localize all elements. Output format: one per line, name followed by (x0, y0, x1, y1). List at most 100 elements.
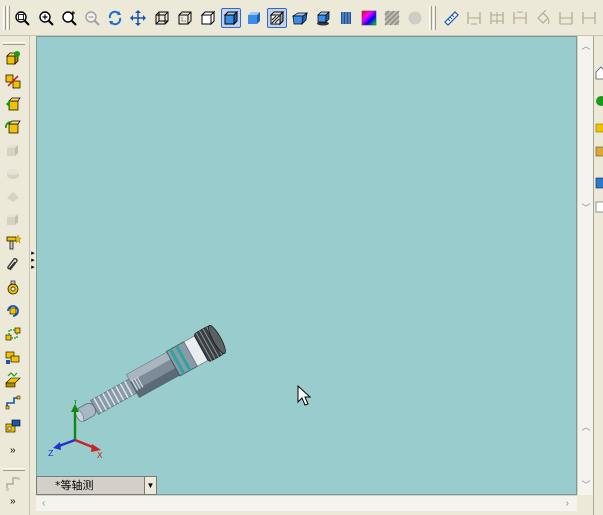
route-button[interactable] (4, 475, 22, 493)
measure-button[interactable] (441, 8, 461, 28)
dimension-button-4[interactable] (556, 8, 576, 28)
dimension-button-3[interactable] (510, 8, 530, 28)
dimension-icon (490, 12, 504, 24)
smart-fasteners-button[interactable] (4, 233, 22, 251)
shaded-button[interactable] (244, 8, 264, 28)
zoom-in-button[interactable] (36, 8, 56, 28)
pattern-icon (5, 395, 21, 410)
toolbar-overflow-chevron-2[interactable]: » (10, 496, 16, 507)
insert-component-icon (6, 51, 20, 65)
view-palette-icon[interactable] (595, 176, 603, 190)
dimension-button-2[interactable] (487, 8, 507, 28)
toolbar-grip[interactable] (3, 468, 25, 471)
hole-series-button[interactable] (4, 371, 22, 389)
folder-icon[interactable] (595, 120, 603, 134)
shadows-button[interactable] (313, 8, 333, 28)
pattern-button[interactable] (4, 394, 22, 412)
section-view-icon (269, 10, 285, 26)
mouse-pointer-icon (297, 385, 312, 406)
appearance-button[interactable] (336, 8, 356, 28)
move-component-button[interactable] (4, 95, 22, 113)
hidden-lines-visible-button[interactable] (175, 8, 195, 28)
rotate-component-icon (5, 120, 21, 134)
section-view-button[interactable] (267, 8, 287, 28)
toolbar-overflow-chevron[interactable]: » (10, 445, 16, 456)
toolbar-grip[interactable] (429, 6, 432, 30)
move-component-icon (6, 97, 21, 111)
assembly-button-disabled-3[interactable] (4, 187, 22, 205)
weld-icon (5, 419, 21, 433)
perspective-button[interactable] (290, 8, 310, 28)
toolbar-grip[interactable] (7, 6, 10, 30)
view-toolbar (0, 0, 603, 36)
vertical-scrollbar[interactable]: ︿ ﹀ ︿ ﹀ (577, 36, 594, 495)
hidden-lines-removed-button[interactable] (198, 8, 218, 28)
dimension-icon (467, 12, 481, 25)
realview-icon (408, 11, 422, 25)
wireframe-button[interactable] (152, 8, 172, 28)
assembly-toolbar: » » (0, 36, 30, 515)
toolbar-grip[interactable] (3, 6, 6, 30)
scroll-down-chevron-icon-2[interactable]: ﹀ (578, 477, 594, 493)
clip-button[interactable] (4, 256, 22, 274)
appearances-icon[interactable] (595, 200, 603, 214)
assembly-button-disabled-4[interactable] (4, 210, 22, 228)
resources-icon[interactable] (595, 94, 603, 108)
toolbar-grip[interactable] (433, 6, 436, 30)
explode-line-button[interactable] (4, 325, 22, 343)
horizontal-scrollbar[interactable]: ‹ › (36, 495, 577, 511)
assembly-icon (7, 169, 19, 179)
scroll-right-chevron-icon[interactable]: › (566, 498, 569, 509)
graphics-viewport[interactable]: Y X Z (36, 36, 577, 495)
toolbar-grip[interactable] (3, 42, 25, 45)
view-orientation-value: *等轴测 (55, 479, 94, 492)
dropdown-arrow-icon[interactable]: ▼ (144, 477, 156, 494)
scroll-left-chevron-icon[interactable]: ‹ (42, 498, 45, 509)
explode-button[interactable] (4, 279, 22, 297)
view-orientation-dropdown[interactable]: *等轴测 ▼ (36, 476, 157, 495)
rotate-explode-button[interactable] (4, 302, 22, 320)
paint-button[interactable] (533, 8, 553, 28)
paint-icon (537, 10, 550, 25)
pan-icon (130, 10, 146, 26)
zoom-window-button[interactable] (12, 8, 32, 28)
hidden-lines-removed-icon (200, 10, 216, 26)
interference-button[interactable] (4, 348, 22, 366)
library-icon[interactable] (595, 144, 603, 158)
texture-button[interactable] (382, 8, 402, 28)
shaded-with-edges-icon (223, 10, 239, 26)
hole-series-icon (5, 372, 21, 388)
assembly-button-disabled-2[interactable] (4, 164, 22, 182)
zoom-area-button[interactable] (59, 8, 79, 28)
scroll-down-chevron-icon[interactable]: ﹀ (578, 200, 594, 216)
rotate-component-button[interactable] (4, 118, 22, 136)
mate-button[interactable] (4, 72, 22, 90)
scrollbar-corner (577, 495, 593, 511)
scroll-up-chevron-icon-2[interactable]: ︿ (578, 419, 594, 435)
realview-button[interactable] (405, 8, 425, 28)
rotate-explode-icon (7, 305, 19, 317)
dimension-button-5[interactable] (579, 8, 599, 28)
rotate-icon (108, 10, 122, 26)
dimension-button-1[interactable] (464, 8, 484, 28)
dimension-icon (582, 12, 596, 24)
rotate-view-button[interactable] (105, 8, 125, 28)
shaded-with-edges-button[interactable] (221, 8, 241, 28)
pan-button[interactable] (128, 8, 148, 28)
zoom-out-button[interactable] (82, 8, 102, 28)
app-window: » » ▸ ▸ ▸ Y X Z *等轴测 ▼ ︿ ﹀ ︿ ﹀ ‹ › (0, 0, 603, 515)
weld-button[interactable] (4, 417, 22, 435)
assembly-icon (7, 192, 19, 202)
scroll-up-chevron-icon[interactable]: ︿ (578, 38, 594, 54)
assembly-button-disabled-1[interactable] (4, 141, 22, 159)
home-icon[interactable] (595, 66, 603, 80)
mate-icon (5, 74, 21, 89)
zoom-out-icon (85, 11, 100, 26)
y-axis-label: Y (72, 400, 78, 406)
shadows-icon (317, 11, 330, 26)
measure-icon (444, 11, 459, 26)
color-button[interactable] (359, 8, 379, 28)
insert-component-button[interactable] (4, 49, 22, 67)
assembly-icon (7, 214, 18, 225)
color-palette-icon (361, 10, 377, 26)
